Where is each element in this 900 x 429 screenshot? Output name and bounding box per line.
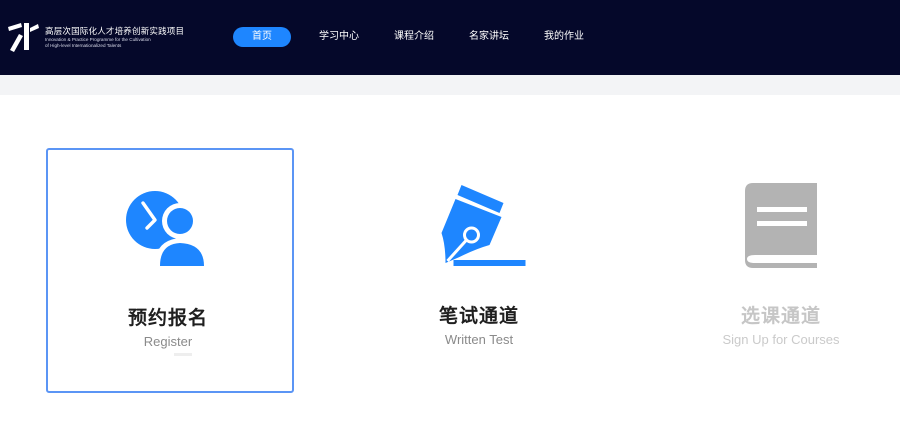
written-test-subtitle: Written Test xyxy=(444,332,514,347)
logo-text: 高层次国际化人才培养创新实践项目 Innovation & Practice P… xyxy=(45,27,184,48)
header-divider-band xyxy=(0,75,900,95)
nav-item-my-homework[interactable]: 我的作业 xyxy=(544,27,584,47)
pen-nib-icon xyxy=(441,185,526,266)
register-subtitle: Register xyxy=(143,334,193,349)
user-clock-icon xyxy=(126,191,209,266)
book-icon xyxy=(745,183,817,268)
written-test-card[interactable]: 笔试通道 Written Test xyxy=(355,148,603,393)
logo-subtitle-line2: of High-level Internationalized Talents xyxy=(45,42,122,48)
faint-underline xyxy=(174,353,192,356)
nav-item-course-intro[interactable]: 课程介绍 xyxy=(394,27,434,47)
logo-icon[interactable] xyxy=(8,20,40,52)
register-title: 预约报名 xyxy=(127,307,208,329)
nav-item-home[interactable]: 首页 xyxy=(233,27,291,47)
written-test-title: 笔试通道 xyxy=(438,305,519,327)
nav-item-lectures[interactable]: 名家讲坛 xyxy=(469,27,509,47)
nav-item-learning-center[interactable]: 学习中心 xyxy=(319,27,359,47)
register-card[interactable]: 预约报名 Register xyxy=(46,148,294,393)
sign-up-courses-card[interactable]: 选课通道 Sign Up for Courses xyxy=(657,148,900,393)
sign-up-courses-title: 选课通道 xyxy=(740,305,821,327)
sign-up-courses-subtitle: Sign Up for Courses xyxy=(722,332,840,347)
top-header: 高层次国际化人才培养创新实践项目 Innovation & Practice P… xyxy=(0,0,900,75)
logo-title: 高层次国际化人才培养创新实践项目 xyxy=(45,27,185,37)
